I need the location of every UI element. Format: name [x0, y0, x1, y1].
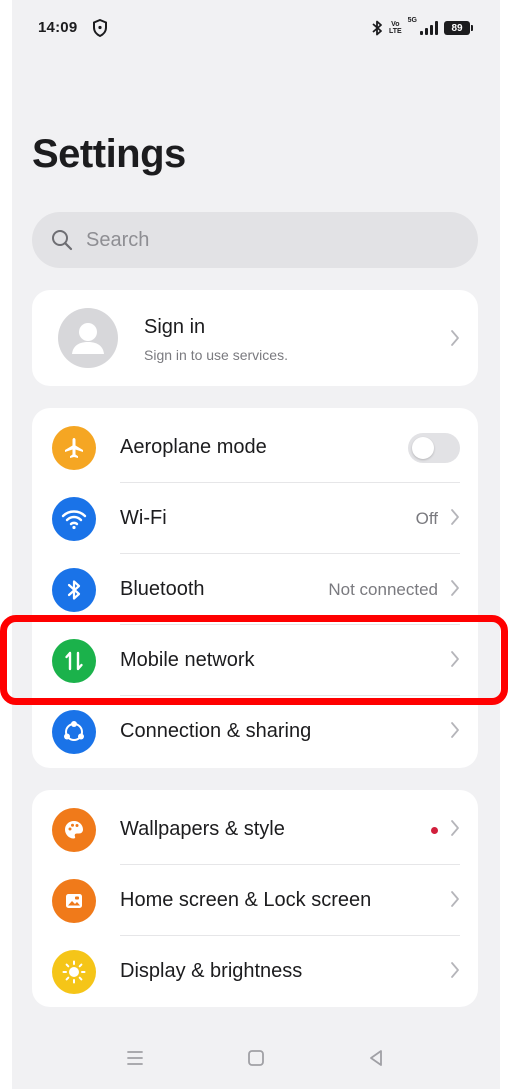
wallpapers-style-label: Wallpapers & style	[120, 818, 285, 840]
connection-sharing-row[interactable]: Connection & sharing	[32, 696, 478, 766]
battery-level: 89	[451, 22, 463, 34]
display-brightness-row[interactable]: Display & brightness	[32, 936, 478, 1006]
chevron-right-icon	[451, 330, 459, 346]
wifi-icon	[52, 497, 96, 541]
search-bar[interactable]	[32, 212, 478, 268]
settings-screen: 14:09 Vo LTE 5G 89 Settings Search Sign …	[12, 0, 500, 1089]
connection-sharing-icon	[52, 710, 96, 754]
chevron-right-icon	[451, 820, 459, 836]
mobile-network-row[interactable]: Mobile network	[32, 625, 478, 695]
home-screen-icon	[52, 879, 96, 923]
battery-icon: 89	[444, 21, 473, 35]
search-icon	[52, 230, 73, 251]
home-lock-screen-row[interactable]: Home screen & Lock screen	[32, 865, 478, 935]
wifi-status: Off	[415, 509, 438, 528]
volte-indicator: Vo LTE	[388, 21, 402, 35]
sign-in-card[interactable]: Sign in Sign in to use services.	[32, 290, 478, 386]
mobile-network-label: Mobile network	[120, 649, 255, 671]
sign-in-subtitle: Sign in to use services.	[144, 347, 288, 363]
status-bar: 14:09 Vo LTE 5G 89	[12, 0, 500, 56]
aeroplane-mode-row[interactable]: Aeroplane mode	[32, 412, 478, 482]
menu-icon[interactable]	[123, 1046, 147, 1070]
airplane-icon	[52, 426, 96, 470]
chevron-right-icon	[451, 651, 459, 667]
avatar	[58, 308, 118, 368]
notification-badge	[431, 827, 438, 834]
chevron-right-icon	[451, 962, 459, 978]
personalization-card: Wallpapers & style Home screen & Lock sc…	[32, 790, 478, 1007]
shield-icon	[93, 19, 107, 37]
mobile-data-icon	[52, 639, 96, 683]
bluetooth-status: Not connected	[328, 580, 438, 599]
wifi-label: Wi-Fi	[120, 507, 167, 529]
aeroplane-mode-label: Aeroplane mode	[120, 436, 267, 458]
display-brightness-label: Display & brightness	[120, 960, 303, 982]
palette-icon	[52, 808, 96, 852]
connectivity-card: Aeroplane mode Wi-Fi Off Bluetooth Not c…	[32, 408, 478, 768]
wallpapers-style-row[interactable]: Wallpapers & style	[32, 794, 478, 864]
bluetooth-status-icon	[372, 20, 382, 36]
bluetooth-label: Bluetooth	[120, 578, 205, 600]
back-icon[interactable]	[364, 1046, 388, 1070]
wifi-row[interactable]: Wi-Fi Off	[32, 483, 478, 553]
home-lock-screen-label: Home screen & Lock screen	[120, 889, 372, 911]
chevron-right-icon	[451, 580, 459, 596]
chevron-right-icon	[451, 891, 459, 907]
bluetooth-row[interactable]: Bluetooth Not connected	[32, 554, 478, 624]
chevron-right-icon	[451, 509, 459, 525]
bluetooth-icon	[52, 568, 96, 612]
sign-in-title: Sign in	[144, 316, 206, 338]
brightness-icon	[52, 950, 96, 994]
network-type: 5G	[407, 17, 417, 24]
status-icons: Vo LTE 5G 89	[371, 17, 473, 39]
home-icon[interactable]	[244, 1046, 268, 1070]
aeroplane-mode-toggle[interactable]	[408, 433, 460, 463]
connection-sharing-label: Connection & sharing	[120, 720, 312, 742]
search-input[interactable]	[84, 227, 428, 253]
user-icon	[72, 323, 104, 354]
status-time: 14:09	[38, 19, 78, 36]
page-title: Settings	[32, 132, 186, 176]
navigation-bar	[12, 1030, 500, 1086]
chevron-right-icon	[451, 722, 459, 738]
signal-strength-icon	[420, 21, 438, 35]
